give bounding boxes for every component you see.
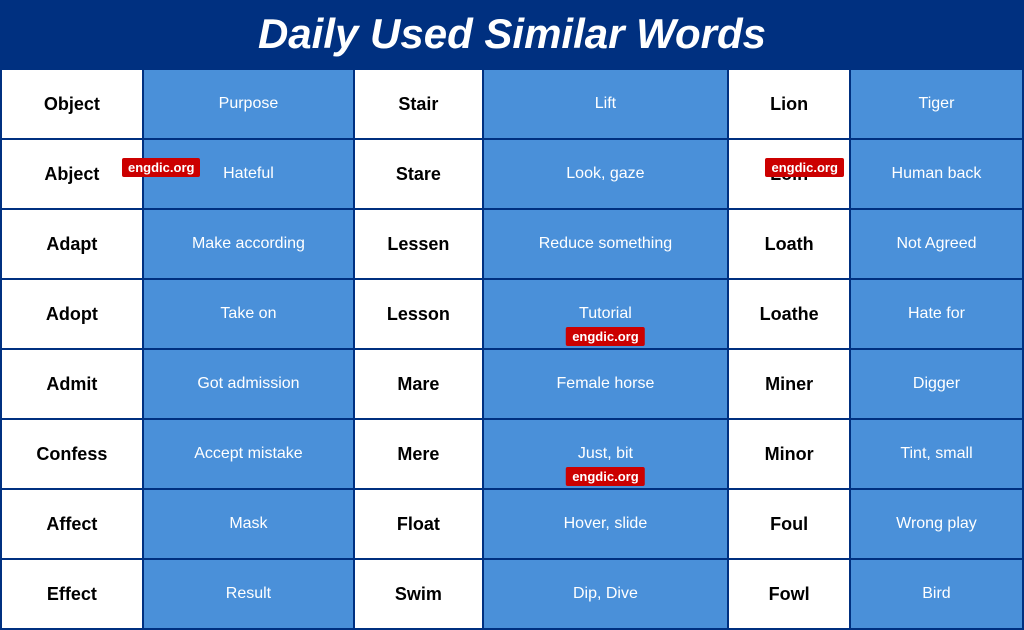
def-cell: Purpose (143, 69, 355, 139)
main-container: Daily Used Similar Words Object Purpose … (0, 0, 1024, 630)
page-title: Daily Used Similar Words (0, 0, 1024, 68)
word-cell: Float (354, 489, 482, 559)
def-cell: Take on (143, 279, 355, 349)
table-wrapper: Object Purpose Stair Lift Lion Tiger Abj… (0, 68, 1024, 630)
word-cell: Mare (354, 349, 482, 419)
word-cell: Effect (1, 559, 143, 629)
def-cell: Reduce something (483, 209, 729, 279)
table-row: Affect Mask Float Hover, slide Foul Wron… (1, 489, 1023, 559)
word-cell: Confess (1, 419, 143, 489)
def-cell: Result (143, 559, 355, 629)
table-row: Abject engdic.org Hateful Stare Look, ga… (1, 139, 1023, 209)
word-cell: Stair (354, 69, 482, 139)
word-cell: Admit (1, 349, 143, 419)
def-cell: Bird (850, 559, 1023, 629)
def-cell: Hate for (850, 279, 1023, 349)
def-cell: Got admission (143, 349, 355, 419)
word-cell: Abject engdic.org (1, 139, 143, 209)
def-cell: Female horse (483, 349, 729, 419)
watermark: engdic.org (765, 158, 843, 177)
table-row: Object Purpose Stair Lift Lion Tiger (1, 69, 1023, 139)
word-cell: Minor (728, 419, 850, 489)
word-cell: Loath (728, 209, 850, 279)
word-cell: Lesson (354, 279, 482, 349)
table-row: Adopt Take on Lesson Tutorial engdic.org… (1, 279, 1023, 349)
watermark: engdic.org (566, 467, 644, 486)
def-cell: Tiger (850, 69, 1023, 139)
table-row: Adapt Make according Lessen Reduce somet… (1, 209, 1023, 279)
def-cell: Tutorial engdic.org (483, 279, 729, 349)
def-cell: Hover, slide (483, 489, 729, 559)
word-cell: Adopt (1, 279, 143, 349)
word-cell: Fowl (728, 559, 850, 629)
word-cell: Affect (1, 489, 143, 559)
def-cell: Wrong play (850, 489, 1023, 559)
word-cell: Foul (728, 489, 850, 559)
word-cell: Stare (354, 139, 482, 209)
watermark: engdic.org (566, 327, 644, 346)
def-cell: Accept mistake (143, 419, 355, 489)
table-row: Effect Result Swim Dip, Dive Fowl Bird (1, 559, 1023, 629)
word-cell: Swim (354, 559, 482, 629)
def-cell: Mask (143, 489, 355, 559)
word-cell: Loathe (728, 279, 850, 349)
watermark: engdic.org (122, 158, 200, 177)
def-cell: Just, bit engdic.org (483, 419, 729, 489)
def-cell: Lift (483, 69, 729, 139)
def-cell: Look, gaze (483, 139, 729, 209)
word-cell: Lion (728, 69, 850, 139)
word-cell: Loin engdic.org (728, 139, 850, 209)
def-cell: Tint, small (850, 419, 1023, 489)
word-cell: Adapt (1, 209, 143, 279)
def-cell: Human back (850, 139, 1023, 209)
table-row: Confess Accept mistake Mere Just, bit en… (1, 419, 1023, 489)
word-cell: Miner (728, 349, 850, 419)
def-cell: Dip, Dive (483, 559, 729, 629)
word-cell: Mere (354, 419, 482, 489)
words-table: Object Purpose Stair Lift Lion Tiger Abj… (0, 68, 1024, 630)
def-cell: Digger (850, 349, 1023, 419)
def-cell: Make according (143, 209, 355, 279)
word-cell: Object (1, 69, 143, 139)
def-cell: Not Agreed (850, 209, 1023, 279)
table-row: Admit Got admission Mare Female horse Mi… (1, 349, 1023, 419)
word-cell: Lessen (354, 209, 482, 279)
